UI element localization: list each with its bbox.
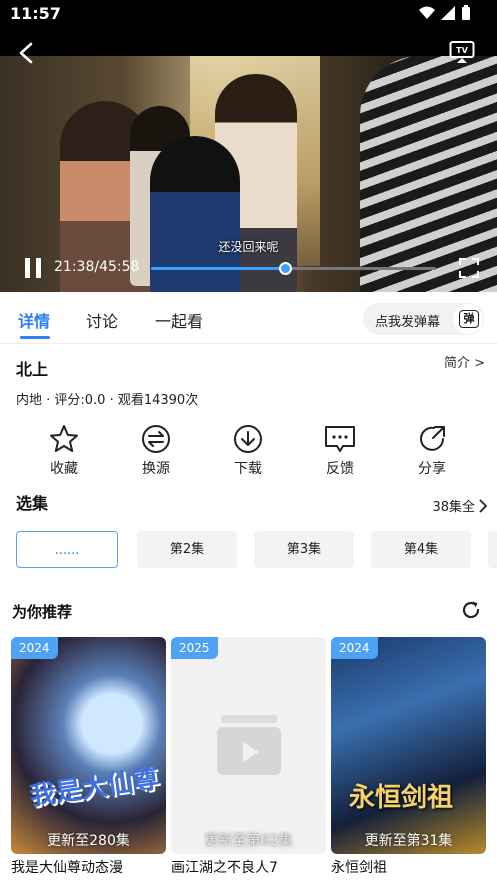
show-title: 北上 (16, 360, 49, 379)
video-placeholder-icon (217, 715, 281, 775)
intro-link[interactable]: 简介 > (444, 352, 485, 371)
recommend-card[interactable]: 永恒剑祖 2024 更新至第31集 永恒剑祖 (331, 637, 486, 877)
tab-discussion[interactable]: 讨论 (86, 308, 118, 332)
card-title: 永恒剑祖 (331, 860, 387, 876)
poster-placeholder: 2025 更新至第02集 (171, 637, 326, 854)
show-meta: 内地 · 评分:0.0 · 观看14390次 (16, 393, 199, 408)
poster-image: 永恒剑祖 2024 更新至第31集 (331, 637, 486, 854)
download-button[interactable]: 下载 (202, 420, 294, 478)
status-bar: 11:57 (0, 0, 497, 28)
switch-source-button[interactable]: 换源 (110, 420, 202, 478)
download-label: 下载 (234, 461, 262, 477)
poster-art-title: 我是大仙尊 (27, 764, 161, 812)
cast-tv-icon[interactable]: TV (449, 40, 475, 64)
pause-icon[interactable] (24, 258, 42, 278)
episode-item[interactable]: ...... (16, 531, 118, 568)
danmaku-icon-label: 弹 (459, 310, 479, 328)
update-status: 更新至第02集 (204, 833, 293, 849)
recommend-card[interactable]: 2025 更新至第02集 画江湖之不良人7 (171, 637, 326, 877)
feedback-button[interactable]: 反馈 (294, 420, 386, 478)
status-icons (419, 5, 471, 21)
fullscreen-icon[interactable] (459, 258, 479, 278)
feedback-label: 反馈 (326, 461, 354, 477)
tab-details[interactable]: 详情 (18, 308, 50, 332)
refresh-icon[interactable] (461, 600, 481, 620)
episode-list: ...... 第2集 第3集 第4集 (16, 531, 497, 568)
tab-watch-together[interactable]: 一起看 (155, 308, 203, 332)
poster-image: 我是大仙尊 2024 更新至280集 (11, 637, 166, 854)
all-episodes-link[interactable]: 38集全 (432, 496, 487, 515)
share-icon (420, 426, 445, 451)
signal-icon (441, 6, 455, 20)
progress-bar[interactable] (151, 262, 436, 275)
favorite-label: 收藏 (50, 461, 78, 477)
playback-time: 21:38/45:58 (54, 259, 140, 275)
update-status: 更新至280集 (47, 833, 130, 849)
year-badge: 2024 (11, 637, 58, 659)
poster-art-title: 永恒剑祖 (349, 783, 454, 813)
danmaku-input[interactable]: 点我发弹幕 弹 (363, 303, 484, 335)
episode-item[interactable]: 第2集 (137, 531, 237, 568)
download-icon (234, 425, 262, 453)
share-label: 分享 (418, 461, 446, 477)
share-button[interactable]: 分享 (386, 420, 478, 478)
danmaku-placeholder: 点我发弹幕 (375, 315, 441, 330)
episode-item[interactable] (488, 531, 497, 568)
switch-source-icon (142, 425, 170, 453)
year-badge: 2025 (171, 637, 218, 659)
feedback-icon (325, 426, 355, 452)
wifi-icon (419, 6, 435, 19)
episode-item[interactable]: 第4集 (371, 531, 471, 568)
update-status: 更新至第31集 (364, 833, 453, 849)
card-title: 画江湖之不良人7 (171, 860, 278, 876)
episode-item[interactable]: 第3集 (254, 531, 354, 568)
star-icon (50, 425, 78, 452)
player-controls: 21:38/45:58 (0, 252, 497, 286)
back-arrow-icon[interactable] (16, 42, 38, 64)
progress-handle[interactable] (278, 262, 292, 275)
recommend-heading: 为你推荐 (12, 603, 73, 621)
switch-source-label: 换源 (142, 461, 170, 477)
progress-fill (151, 267, 285, 270)
action-bar: 收藏 换源 下载 反馈 分享 (0, 420, 497, 480)
episode-total: 38集全 (432, 500, 475, 515)
active-tab-indicator (20, 336, 50, 339)
favorite-button[interactable]: 收藏 (18, 420, 110, 478)
danmaku-toggle-icon[interactable]: 弹 (452, 303, 484, 335)
card-title: 我是大仙尊动态漫 (11, 860, 123, 876)
episodes-heading: 选集 (16, 494, 49, 513)
battery-icon (462, 5, 470, 20)
video-player[interactable]: 11:57 TV 还没回来呢 21:38/45:58 (0, 0, 497, 292)
svg-text:TV: TV (456, 46, 468, 55)
year-badge: 2024 (331, 637, 378, 659)
status-time: 11:57 (10, 4, 61, 23)
chevron-right-icon (479, 498, 487, 513)
recommend-card[interactable]: 我是大仙尊 2024 更新至280集 我是大仙尊动态漫 (11, 637, 166, 877)
